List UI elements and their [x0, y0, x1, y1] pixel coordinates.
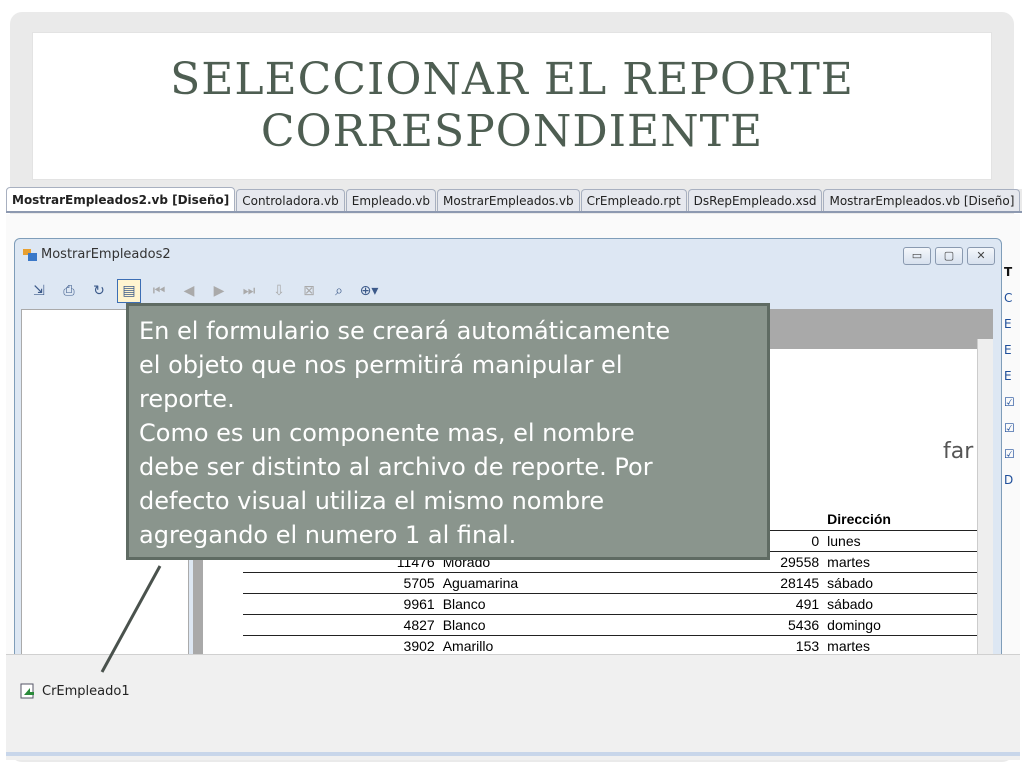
table-row: 5705 Aguamarina 28145 sábado	[243, 572, 983, 594]
callout-line: el objeto que nos permitirá manipular el	[139, 351, 623, 379]
slide-title-line-2: CORRESPONDIENTE	[260, 106, 764, 157]
slide-title-box: SELECCIONAR EL REPORTE CORRESPONDIENTE	[32, 32, 992, 180]
toggle-tree-icon[interactable]: ▤	[117, 279, 141, 303]
document-tabstrip: MostrarEmpleados2.vb [Diseño] Controlado…	[6, 187, 1022, 213]
strip-item[interactable]: T	[1004, 259, 1020, 285]
properties-strip: T C E E E ☑ ☑ ☑ D	[1004, 259, 1020, 519]
find-icon[interactable]: ⌕	[327, 279, 351, 303]
last-page-icon[interactable]: ⏭	[237, 279, 261, 303]
tab-mostrarempleados2-design[interactable]: MostrarEmpleados2.vb [Diseño]	[6, 187, 236, 211]
component-tray: CrEmpleado1	[6, 654, 1020, 760]
callout-line: debe ser distinto al archivo de reporte.…	[139, 453, 653, 481]
callout-line: reporte.	[139, 385, 235, 413]
checkbox[interactable]: ☑	[1004, 441, 1020, 467]
form-icon	[23, 249, 37, 261]
tab-mostrarempleados-design[interactable]: MostrarEmpleados.vb [Diseño]	[823, 189, 1021, 211]
refresh-icon[interactable]: ↻	[87, 279, 111, 303]
tab-mostrarempleados[interactable]: MostrarEmpleados.vb	[437, 189, 580, 211]
prev-page-icon[interactable]: ◀	[177, 279, 201, 303]
form-title: MostrarEmpleados2	[41, 247, 171, 262]
maximize-button[interactable]: ▢	[935, 247, 963, 265]
bottom-divider	[6, 752, 1020, 756]
checkbox[interactable]: ☑	[1004, 415, 1020, 441]
export-icon[interactable]: ⇲	[27, 279, 51, 303]
tab-crempleado-rpt[interactable]: CrEmpleado.rpt	[580, 189, 687, 211]
window-buttons: ▭ ▢ ✕	[903, 247, 995, 265]
column-header-direccion: Dirección	[823, 509, 983, 531]
tray-component-label: CrEmpleado1	[42, 683, 130, 699]
strip-item[interactable]: E	[1004, 311, 1020, 337]
strip-item[interactable]: C	[1004, 285, 1020, 311]
checkbox[interactable]: ☑	[1004, 389, 1020, 415]
table-row: 3902 Amarillo 153 martes	[243, 635, 983, 657]
close-button[interactable]: ✕	[967, 247, 995, 265]
minimize-button[interactable]: ▭	[903, 247, 931, 265]
slide-title-line-1: SELECCIONAR EL REPORTE	[170, 54, 854, 105]
strip-item[interactable]: E	[1004, 337, 1020, 363]
table-row: 4827 Blanco 5436 domingo	[243, 614, 983, 636]
next-page-icon[interactable]: ▶	[207, 279, 231, 303]
callout-line: Como es un componente mas, el nombre	[139, 419, 635, 447]
callout-line: defecto visual utiliza el mismo nombre	[139, 487, 605, 515]
print-icon[interactable]: ⎙	[57, 279, 81, 303]
strip-item[interactable]: E	[1004, 363, 1020, 389]
tab-empleado[interactable]: Empleado.vb	[345, 189, 436, 211]
tab-controladora[interactable]: Controladora.vb	[236, 189, 345, 211]
zoom-icon[interactable]: ⊕▾	[357, 279, 381, 303]
callout-note: En el formulario se creará automáticamen…	[126, 303, 770, 560]
report-document-icon	[20, 683, 34, 699]
tab-dsrepempleado[interactable]: DsRepEmpleado.xsd	[687, 189, 823, 211]
vertical-scrollbar[interactable]	[977, 339, 993, 667]
stop-icon[interactable]: ⊠	[297, 279, 321, 303]
table-row: 9961 Blanco 491 sábado	[243, 593, 983, 615]
strip-item[interactable]: D	[1004, 467, 1020, 493]
tray-component-crempleado1[interactable]: CrEmpleado1	[20, 683, 130, 699]
callout-line: agregando el numero 1 al final.	[139, 521, 517, 549]
callout-line: En el formulario se creará automáticamen…	[139, 317, 671, 345]
goto-page-icon[interactable]: ⇩	[267, 279, 291, 303]
first-page-icon[interactable]: ⏮	[147, 279, 171, 303]
